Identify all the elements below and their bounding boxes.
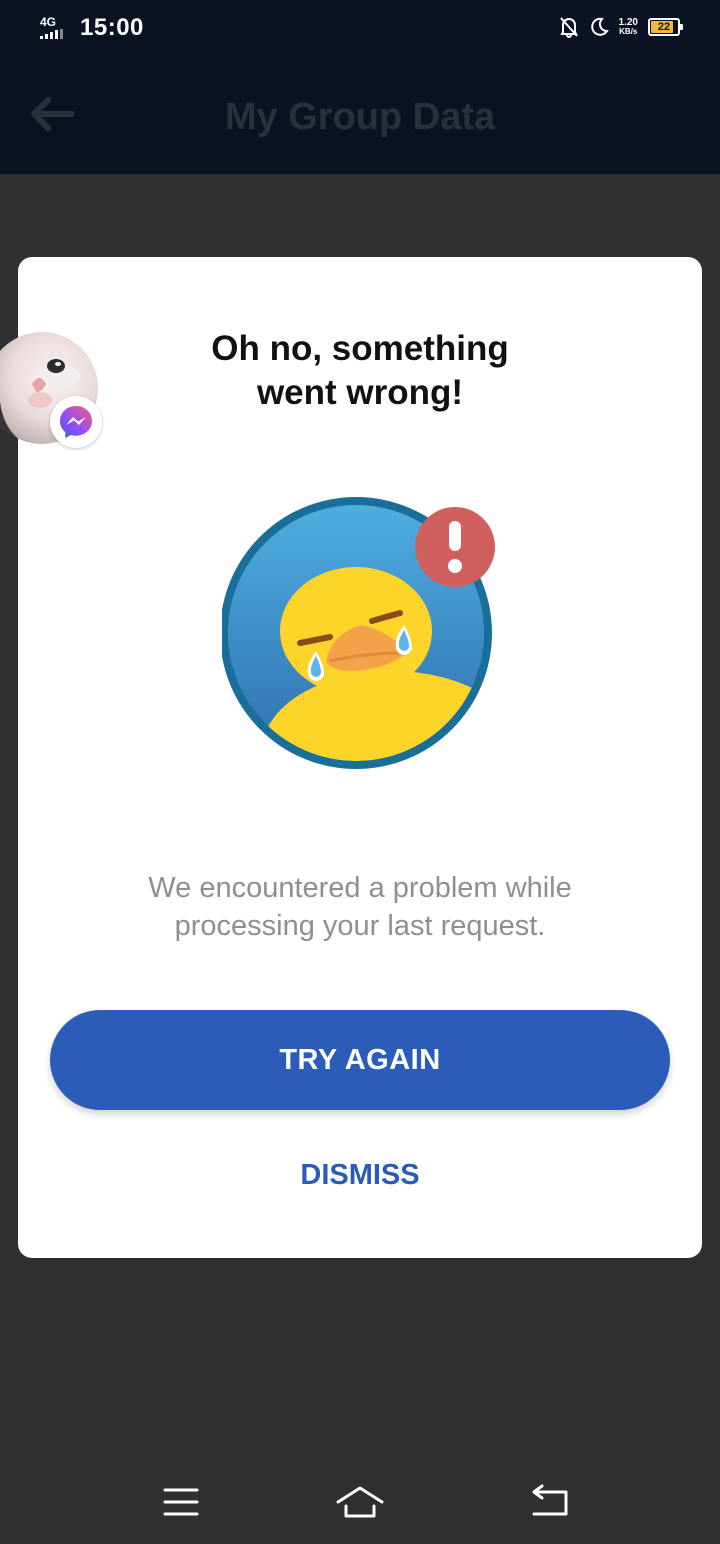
dialog-message-line2: processing your last request. <box>174 910 546 942</box>
page-title: My Group Data <box>224 96 496 138</box>
battery-icon: 22 <box>648 18 683 36</box>
dialog-title: Oh no, something went wrong! <box>18 327 702 415</box>
dialog-message-line1: We encountered a problem while <box>148 872 572 904</box>
speed-value: 1.20 <box>618 17 638 28</box>
signal-icon <box>40 29 63 39</box>
status-bar: 4G 15:00 1.20 KB/s 22 <box>0 0 720 58</box>
dialog-title-line1: Oh no, something <box>211 329 509 368</box>
dialog-message: We encountered a problem while processin… <box>78 869 642 945</box>
app-bar: My Group Data <box>0 58 720 174</box>
moon-icon <box>589 17 609 37</box>
crying-duck-error-icon <box>222 497 495 769</box>
speed-unit: KB/s <box>619 27 638 36</box>
battery-level: 22 <box>657 21 671 33</box>
back-icon[interactable] <box>526 1482 574 1522</box>
status-right: 1.20 KB/s 22 <box>559 16 683 38</box>
status-left: 4G 15:00 <box>40 14 144 42</box>
navigation-bar <box>0 1460 720 1544</box>
network-indicator: 4G <box>40 15 70 39</box>
messenger-icon <box>50 396 102 448</box>
network-speed: 1.20 KB/s <box>618 17 638 37</box>
error-dialog: Oh no, something went wrong! We encounte… <box>18 257 702 1258</box>
try-again-button[interactable]: TRY AGAIN <box>50 1010 670 1110</box>
dismiss-button[interactable]: DISMISS <box>260 1147 460 1203</box>
network-type: 4G <box>40 15 57 29</box>
mute-icon <box>559 16 579 38</box>
home-icon[interactable] <box>336 1482 384 1522</box>
menu-icon[interactable] <box>157 1482 205 1522</box>
status-time: 15:00 <box>80 14 144 41</box>
dialog-title-line2: went wrong! <box>256 373 464 412</box>
